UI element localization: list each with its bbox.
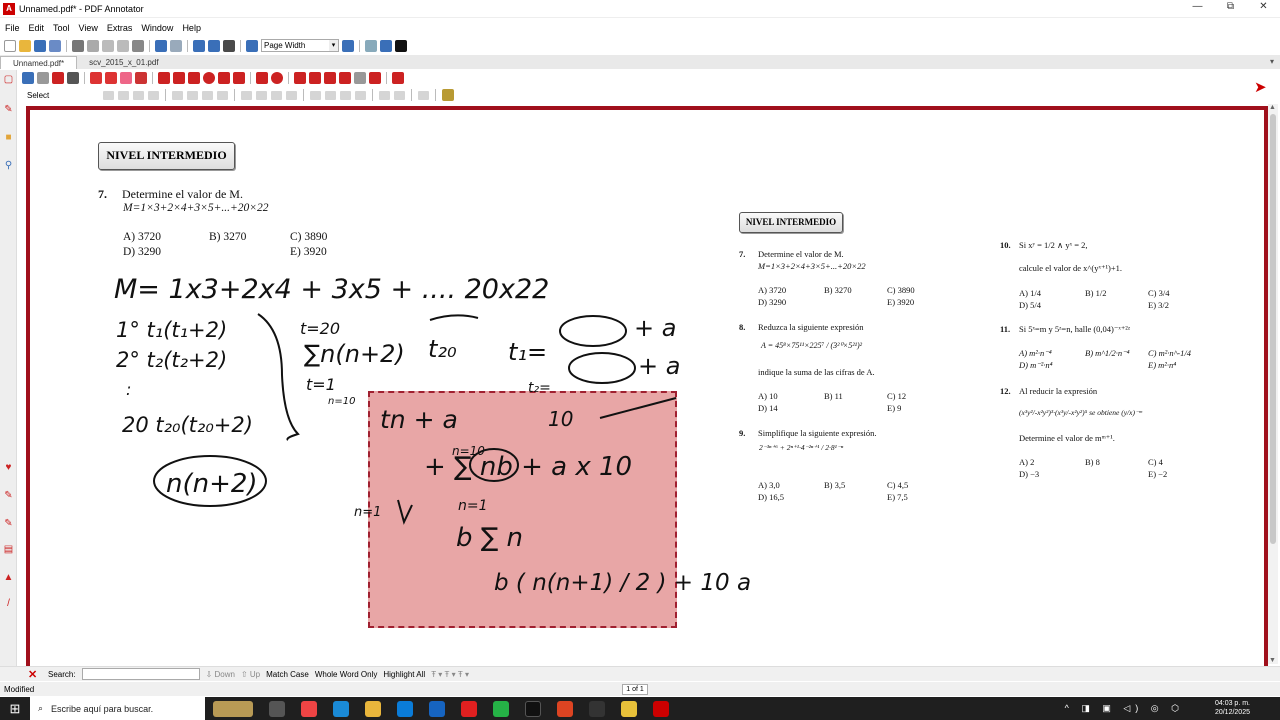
taskbar-search[interactable]: ⌕ Escribe aquí para buscar.: [30, 697, 205, 720]
search-up-button[interactable]: ⇧ Up: [241, 670, 260, 679]
ink-line-1: M= 1x3+2x4 + 3x5 + .... 20x22: [114, 274, 549, 305]
whole-word-button[interactable]: Whole Word Only: [315, 670, 378, 679]
system-tray-icons[interactable]: ^ ◨ ▣ ◁) ◎ ⬡: [1065, 703, 1184, 714]
ink-box-1: tn + a: [380, 405, 458, 434]
ink-t2: t₂=: [528, 380, 551, 396]
ink-sum-top: t=20: [300, 319, 340, 338]
format-icon[interactable]: Ŧ ▾ Ŧ ▾ Ŧ ▾: [431, 670, 469, 679]
ink-oval-2: [568, 352, 636, 384]
ink-sum: ∑n(n+2): [304, 340, 405, 368]
ink-oval-1: [559, 315, 627, 347]
ink-n1: n=1: [354, 505, 381, 520]
windows-taskbar: ⊞ ⌕ Escribe aquí para buscar. ^ ◨ ▣ ◁) ◎…: [0, 697, 1280, 720]
chrome-icon[interactable]: [557, 700, 573, 717]
ink-list-2: 2° t₂(t₂+2): [116, 348, 227, 372]
tiktok-icon[interactable]: [525, 700, 541, 717]
ink-annotations: M= 1x3+2x4 + 3x5 + .... 20x22 1° t₁(t₁+2…: [114, 274, 751, 596]
ink-circled: n(n+2): [166, 469, 258, 499]
ink-arrow: [397, 499, 413, 525]
clock[interactable]: 04:03 p. m. 20/12/2025: [1215, 699, 1250, 717]
taskbar-search-placeholder: Escribe aquí para buscar.: [51, 703, 154, 714]
clock-time: 04:03 p. m.: [1214, 700, 1250, 707]
ink-n10: n=10: [328, 396, 355, 407]
search-down-label: Down: [214, 669, 235, 679]
task-view-icon[interactable]: [269, 700, 285, 717]
ink-list-4: 20 t₂₀(t₂₀+2): [122, 413, 253, 437]
ink-tilde: [429, 314, 479, 321]
status-text: Modified: [4, 684, 35, 694]
page-indicator[interactable]: 1 of 1: [622, 684, 648, 695]
obs-icon[interactable]: [589, 700, 605, 717]
clock-date: 20/12/2025: [1214, 709, 1250, 716]
store-icon[interactable]: [397, 700, 413, 717]
search-label: Search:: [48, 669, 76, 679]
ink-sum-bottom: t=1: [306, 375, 336, 394]
youtube-icon[interactable]: [461, 700, 477, 717]
ink-brace: [257, 313, 300, 441]
match-case-button[interactable]: Match Case: [266, 670, 309, 679]
search-bar: ✕ Search: ⇩ Down ⇧ Up Match Case Whole W…: [0, 666, 1280, 681]
edge-icon[interactable]: [333, 700, 349, 717]
search-icon: ⌕: [38, 703, 44, 713]
chrome-alt-icon[interactable]: [621, 700, 637, 717]
ink-box-6: b ( n(n+1) / 2 ) + 10 a: [494, 570, 751, 596]
ink-list-1: 1° t₁(t₁+2): [116, 318, 227, 342]
ink-t20: t₂₀: [428, 335, 457, 363]
search-down-button[interactable]: ⇩ Down: [206, 670, 235, 679]
whatsapp-icon[interactable]: [493, 700, 509, 717]
highlight-all-button[interactable]: Highlight All: [383, 670, 425, 679]
ink-t1: t₁=: [508, 338, 547, 366]
ink-ten: 10: [548, 407, 573, 431]
close-search-icon[interactable]: ✕: [28, 668, 37, 681]
search-input[interactable]: [81, 668, 200, 680]
explorer-icon[interactable]: [365, 700, 381, 717]
outlook-icon[interactable]: [429, 700, 445, 717]
ink-box-4: n=1: [458, 498, 488, 514]
ink-plus-a-2: + a: [638, 352, 680, 380]
ink-list-3: :: [126, 380, 131, 399]
ink-plus-a-1: + a: [634, 314, 676, 342]
ink-stroke: [599, 397, 677, 419]
copilot-icon[interactable]: [301, 700, 317, 717]
search-up-label: Up: [249, 669, 261, 679]
ink-box-5: b ∑ n: [456, 523, 523, 553]
pdf-annotator-icon[interactable]: [653, 700, 669, 717]
windows-start-icon[interactable]: ⊞: [0, 701, 30, 717]
weather-widget-icon[interactable]: [213, 700, 253, 717]
